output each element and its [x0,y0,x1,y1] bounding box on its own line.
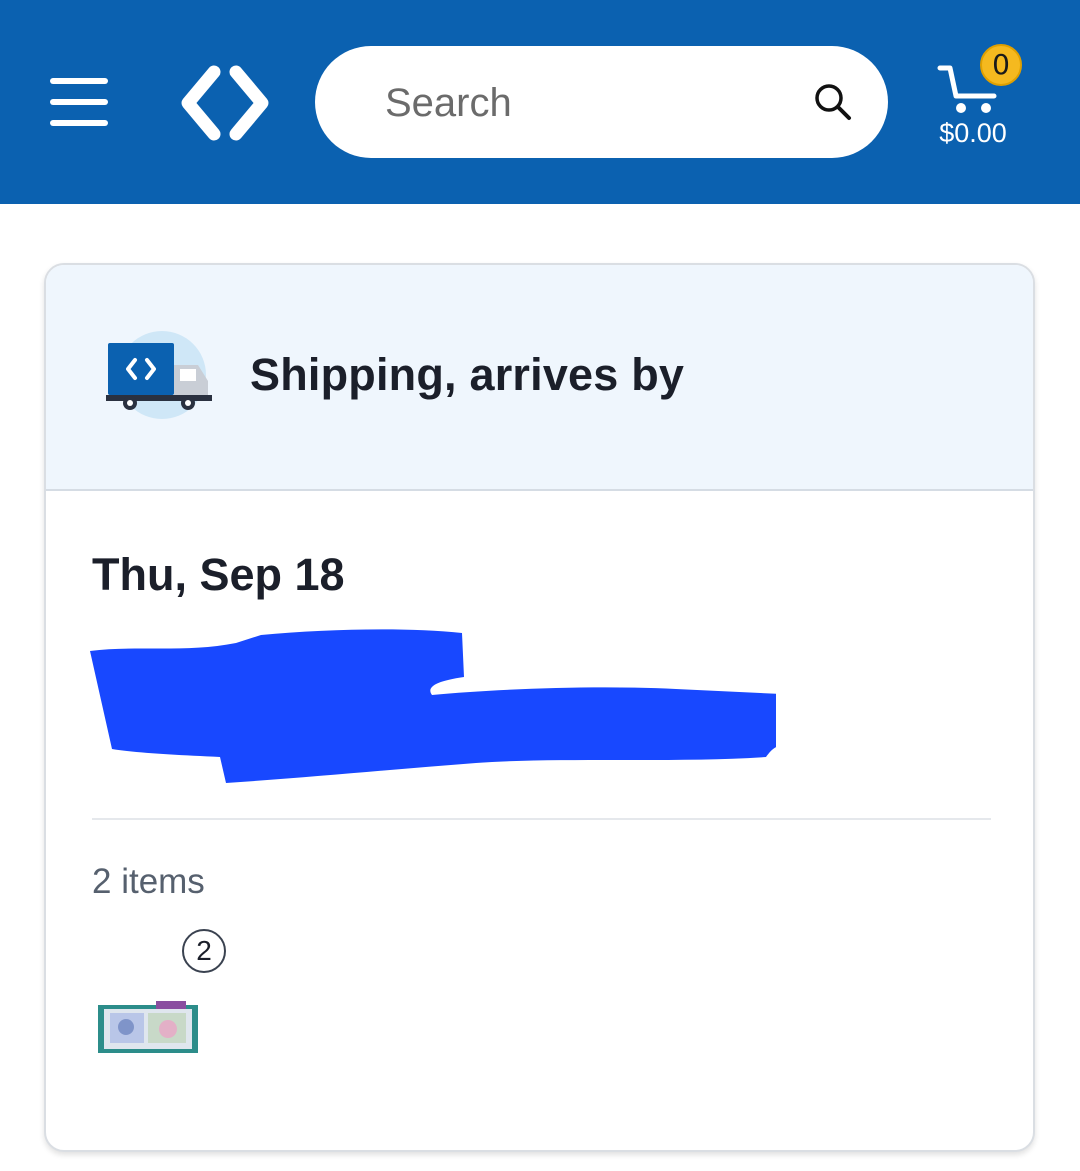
search-bar [315,46,888,158]
search-icon[interactable] [813,82,853,122]
divider [92,818,991,820]
cart-count-badge: 0 [980,44,1022,86]
quantity-badge: 2 [182,929,226,973]
logo-icon[interactable] [178,62,272,144]
top-bar: 0 $0.00 [0,0,1080,204]
items-count: 2 items [92,862,205,901]
cart-button[interactable]: 0 $0.00 [928,40,1028,160]
menu-icon[interactable] [50,78,108,126]
arrival-date: Thu, Sep 18 [92,549,345,600]
cart-total: $0.00 [939,118,1007,148]
truck-icon [106,331,212,419]
redaction-scribble [90,629,776,783]
shipping-card-header: Shipping, arrives by [46,265,1033,491]
search-input[interactable] [383,72,787,134]
shipping-card: Shipping, arrives by Thu, Sep 18 2 items… [44,263,1035,1152]
shipping-title: Shipping, arrives by [250,349,685,400]
product-thumbnail[interactable] [96,999,200,1057]
